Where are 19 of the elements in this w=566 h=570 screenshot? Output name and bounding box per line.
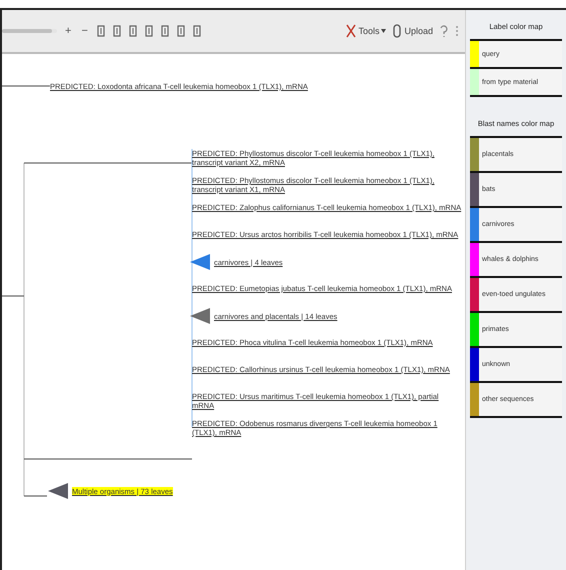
zoom-button[interactable]: + — [63, 25, 74, 37]
collapsed-clade-icon[interactable] — [48, 483, 70, 499]
zoom-slider[interactable] — [2, 29, 52, 33]
toolbar-icon[interactable] — [160, 24, 170, 38]
toolbar-icon[interactable] — [96, 24, 106, 38]
toolbar-icon[interactable] — [176, 24, 186, 38]
cross-icon — [346, 24, 356, 38]
upload-button[interactable]: Upload — [392, 24, 433, 38]
zoom-button[interactable]: − — [79, 25, 90, 37]
collapsed-clade-icon[interactable] — [190, 308, 212, 324]
paperclip-icon — [392, 24, 402, 38]
toolbar-icon[interactable] — [144, 24, 154, 38]
toolbar-icon[interactable] — [192, 24, 202, 38]
caret-icon — [381, 29, 386, 33]
tools-button[interactable]: Tools — [346, 24, 386, 38]
collapsed-clade-icon[interactable] — [190, 254, 212, 270]
help-icon[interactable] — [439, 24, 449, 38]
toolbar-icon[interactable] — [128, 24, 138, 38]
toolbar-icon[interactable] — [112, 24, 122, 38]
